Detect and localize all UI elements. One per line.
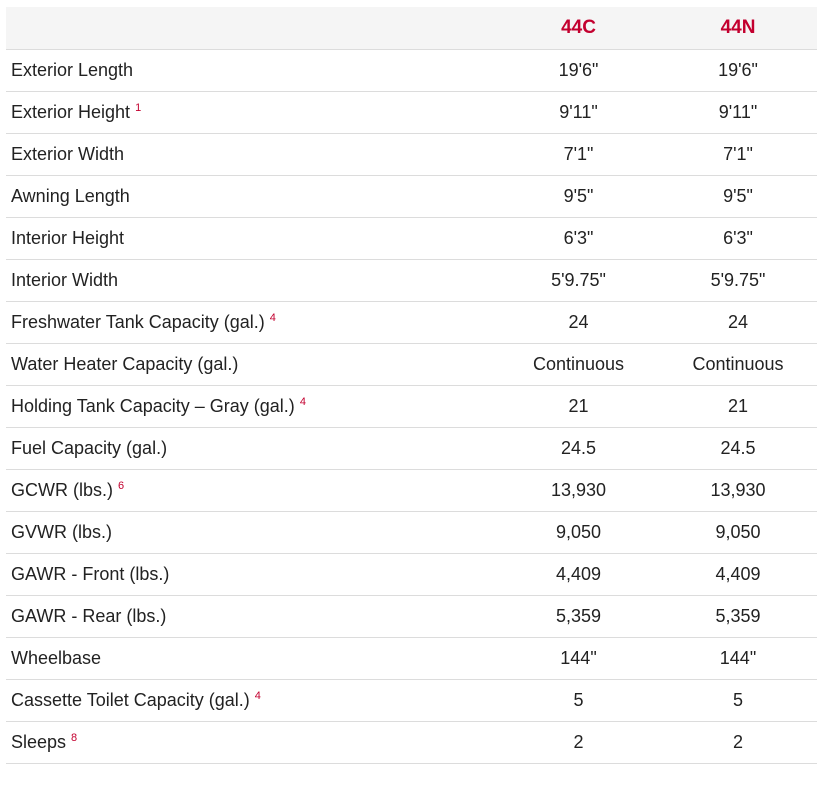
spec-value-44c: 13,930 (498, 469, 659, 512)
spec-label-cell: GAWR - Rear (lbs.) (6, 595, 498, 638)
spec-value-44c: 9'5" (498, 175, 659, 218)
spec-value-44n: 19'6" (659, 49, 817, 92)
footnote-marker: 8 (71, 731, 78, 744)
spec-value-44c: 5'9.75" (498, 259, 659, 302)
table-row: Cassette Toilet Capacity (gal.) 4 5 5 (6, 679, 817, 722)
spec-value-44c: 21 (498, 385, 659, 428)
spec-label-cell: Wheelbase (6, 637, 498, 680)
spec-value-44n: 21 (659, 385, 817, 428)
table-row: GCWR (lbs.) 6 13,930 13,930 (6, 469, 817, 512)
spec-value-44c: 144" (498, 637, 659, 680)
spec-value-44c: 5,359 (498, 595, 659, 638)
spec-value-44n: Continuous (659, 343, 817, 386)
spec-label-cell: Sleeps 8 (6, 721, 498, 764)
spec-label-cell: Exterior Length (6, 49, 498, 92)
header-row: 44C 44N (6, 7, 817, 50)
spec-label: Awning Length (11, 185, 130, 206)
spec-value-44c: 6'3" (498, 217, 659, 260)
footnote-marker: 4 (254, 689, 261, 702)
spec-label: Exterior Length (11, 59, 134, 80)
spec-value-44c: 9,050 (498, 511, 659, 554)
spec-label: Interior Width (11, 269, 119, 290)
spec-label: Interior Height (11, 227, 125, 248)
spec-label-cell: GAWR - Front (lbs.) (6, 553, 498, 596)
spec-value-44n: 24.5 (659, 427, 817, 470)
spec-value-44c: 4,409 (498, 553, 659, 596)
spec-value-44c: 19'6" (498, 49, 659, 92)
table-row: Exterior Length 19'6" 19'6" (6, 49, 817, 92)
table-row: Sleeps 8 2 2 (6, 721, 817, 764)
table-row: Holding Tank Capacity – Gray (gal.) 4 21 21 (6, 385, 817, 428)
spec-label: Freshwater Tank Capacity (gal.) (11, 311, 265, 332)
footnote-marker: 1 (135, 101, 142, 114)
header-blank-cell (6, 7, 498, 50)
footnote-marker: 4 (269, 311, 276, 324)
model-header-44n: 44N (659, 7, 817, 50)
spec-label-cell: GVWR (lbs.) (6, 511, 498, 554)
spec-label: Exterior Height (11, 101, 131, 122)
table-row: Wheelbase 144" 144" (6, 637, 817, 680)
specs-table-body: Exterior Length 19'6" 19'6" Exterior Height… (6, 49, 817, 764)
spec-label: Cassette Toilet Capacity (gal.) (11, 689, 250, 710)
spec-value-44n: 9'11" (659, 91, 817, 134)
spec-value-44n: 9'5" (659, 175, 817, 218)
footnote-marker: 4 (299, 395, 306, 408)
spec-label-cell: GCWR (lbs.) 6 (6, 469, 498, 512)
spec-value-44c: 9'11" (498, 91, 659, 134)
table-row: Interior Width 5'9.75" 5'9.75" (6, 259, 817, 302)
spec-label-cell: Holding Tank Capacity – Gray (gal.) 4 (6, 385, 498, 428)
spec-label-cell: Fuel Capacity (gal.) (6, 427, 498, 470)
spec-value-44n: 9,050 (659, 511, 817, 554)
spec-value-44c: 7'1" (498, 133, 659, 176)
spec-label: GAWR - Rear (lbs.) (11, 605, 167, 626)
table-row: Interior Height 6'3" 6'3" (6, 217, 817, 260)
table-row: Fuel Capacity (gal.) 24.5 24.5 (6, 427, 817, 470)
spec-label: Fuel Capacity (gal.) (11, 437, 168, 458)
table-row: GAWR - Front (lbs.) 4,409 4,409 (6, 553, 817, 596)
table-row: Water Heater Capacity (gal.) Continuous Co… (6, 343, 817, 386)
model-header-44c: 44C (498, 7, 659, 50)
spec-value-44c: 24 (498, 301, 659, 344)
spec-value-44n: 24 (659, 301, 817, 344)
spec-label-cell: Freshwater Tank Capacity (gal.) 4 (6, 301, 498, 344)
table-row: Exterior Width 7'1" 7'1" (6, 133, 817, 176)
spec-label: GVWR (lbs.) (11, 521, 112, 542)
spec-value-44n: 13,930 (659, 469, 817, 512)
spec-label: Exterior Width (11, 143, 125, 164)
spec-label-cell: Awning Length (6, 175, 498, 218)
spec-label: GAWR - Front (lbs.) (11, 563, 170, 584)
spec-label: Water Heater Capacity (gal.) (11, 353, 239, 374)
table-row: GAWR - Rear (lbs.) 5,359 5,359 (6, 595, 817, 638)
spec-value-44c: 5 (498, 679, 659, 722)
table-row: Freshwater Tank Capacity (gal.) 4 24 24 (6, 301, 817, 344)
spec-label: GCWR (lbs.) (11, 479, 113, 500)
table-row: GVWR (lbs.) 9,050 9,050 (6, 511, 817, 554)
spec-label: Holding Tank Capacity – Gray (gal.) (11, 395, 295, 416)
spec-label: Wheelbase (11, 647, 102, 668)
spec-label: Sleeps (11, 731, 67, 752)
table-row: Exterior Height 1 9'11" 9'11" (6, 91, 817, 134)
spec-value-44n: 2 (659, 721, 817, 764)
spec-label-cell: Exterior Width (6, 133, 498, 176)
spec-label-cell: Exterior Height 1 (6, 91, 498, 134)
spec-label-cell: Water Heater Capacity (gal.) (6, 343, 498, 386)
spec-value-44c: 2 (498, 721, 659, 764)
spec-value-44n: 4,409 (659, 553, 817, 596)
table-row: Awning Length 9'5" 9'5" (6, 175, 817, 218)
spec-value-44n: 5,359 (659, 595, 817, 638)
spec-label-cell: Cassette Toilet Capacity (gal.) 4 (6, 679, 498, 722)
spec-value-44n: 5 (659, 679, 817, 722)
spec-value-44n: 5'9.75" (659, 259, 817, 302)
spec-value-44n: 7'1" (659, 133, 817, 176)
spec-label-cell: Interior Width (6, 259, 498, 302)
spec-value-44n: 6'3" (659, 217, 817, 260)
spec-value-44c: 24.5 (498, 427, 659, 470)
specs-table: 44C 44N Exterior Length 19'6" 19'6" Exterio… (6, 7, 817, 764)
spec-label-cell: Interior Height (6, 217, 498, 260)
spec-value-44n: 144" (659, 637, 817, 680)
specs-table-header: 44C 44N (6, 7, 817, 50)
footnote-marker: 6 (118, 479, 125, 492)
spec-value-44c: Continuous (498, 343, 659, 386)
